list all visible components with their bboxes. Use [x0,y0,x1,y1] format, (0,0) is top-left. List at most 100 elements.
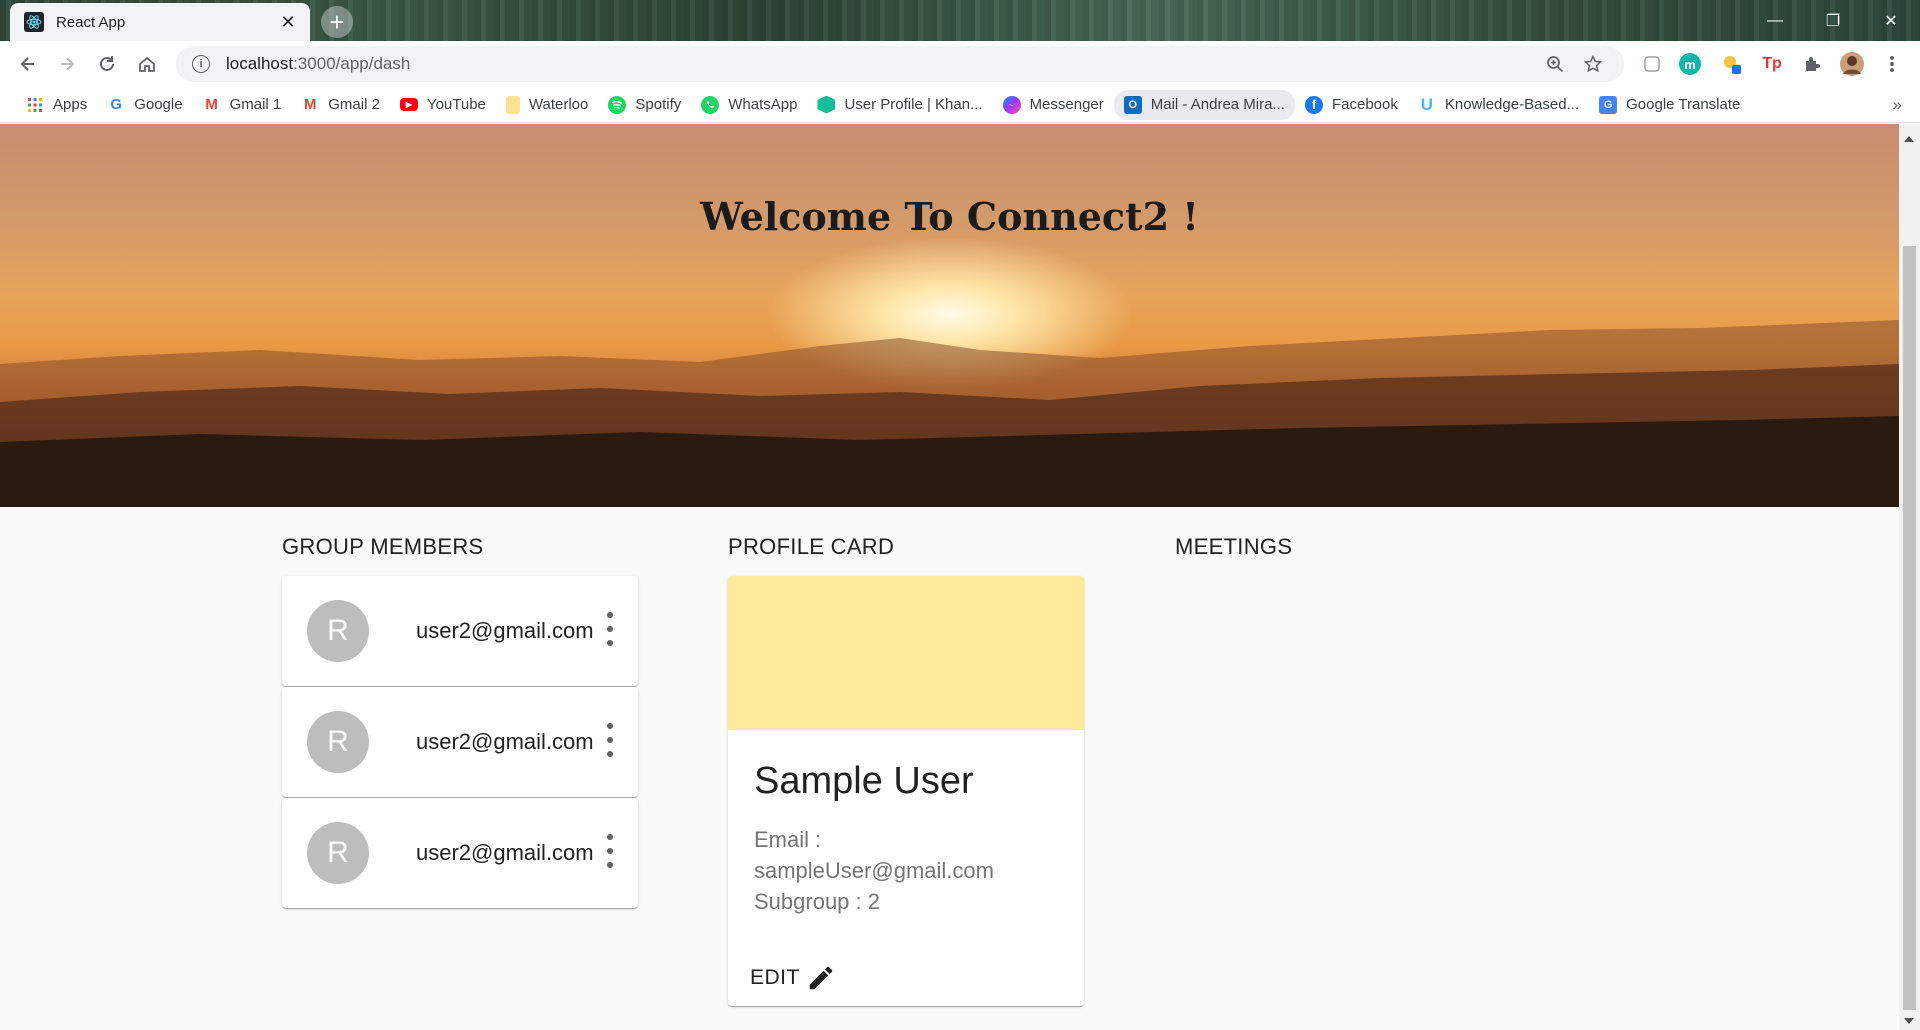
profile-details: Email : sampleUser@gmail.com Subgroup : … [754,824,994,917]
group-members-heading: GROUP MEMBERS [282,534,484,559]
spotify-icon [608,95,627,114]
bookmark-label: Google [134,96,183,113]
bookmark-google[interactable]: G Google [97,90,192,120]
bookmark-label: Mail - Andrea Mira... [1150,96,1285,113]
bookmarks-bar: Apps G Google M Gmail 1 M Gmail 2 ▶ YouT… [0,87,1920,123]
close-window-button[interactable]: ✕ [1862,0,1920,41]
bookmark-gmail-1[interactable]: M Gmail 1 [193,90,292,120]
browser-menu-icon[interactable] [1878,50,1906,78]
site-info-icon[interactable]: i [192,55,210,73]
profile-card-heading: PROFILE CARD [728,534,895,559]
bookmark-label: Apps [53,96,88,113]
bookmark-youtube[interactable]: ▶ YouTube [390,90,496,120]
profile-card: Sample User Email : sampleUser@gmail.com… [728,576,1084,1006]
list-item[interactable]: R user2@gmail.com [282,576,638,686]
bookmark-label: Messenger [1029,96,1104,113]
page-title: Welcome To Connect2 ! [700,194,1199,239]
bookmark-star-icon[interactable] [1578,49,1608,79]
folder-icon [505,95,520,114]
extension-shield-icon[interactable] [1638,50,1666,78]
home-icon[interactable] [131,48,163,80]
tab-close-icon[interactable]: ✕ [278,12,298,33]
bookmark-label: Gmail 1 [229,96,282,113]
bookmark-label: WhatsApp [728,96,798,113]
translate-icon: G [1599,95,1618,114]
profile-email-label: Email : [754,827,822,852]
scroll-up-icon[interactable] [1904,136,1914,142]
profile-avatar[interactable] [1838,50,1866,78]
bookmark-label: Spotify [635,96,682,113]
bookmark-knowledge[interactable]: U Knowledge-Based... [1408,90,1589,120]
khan-icon [817,95,836,114]
bookmark-label: Waterloo [528,96,589,113]
new-tab-button[interactable]: + [321,6,353,38]
edit-profile-button[interactable]: EDIT [748,960,838,996]
minimize-button[interactable]: — [1746,0,1804,41]
avatar: R [307,711,369,773]
facebook-icon: f [1304,95,1323,114]
zoom-icon[interactable] [1540,49,1570,79]
back-arrow-icon[interactable] [12,48,44,80]
more-options-icon[interactable] [606,834,614,868]
bookmark-facebook[interactable]: f Facebook [1295,90,1408,120]
bookmark-whatsapp[interactable]: WhatsApp [691,90,807,120]
apps-grid-icon [26,96,44,114]
hero-banner: Welcome To Connect2 ! [0,124,1899,507]
url-path: :3000/app/dash [293,54,411,73]
avatar: R [307,600,369,662]
extension-tp-icon[interactable]: Tp [1758,50,1786,78]
google-icon: G [110,96,123,113]
bookmark-gmail-2[interactable]: M Gmail 2 [291,90,390,120]
bookmark-google-translate[interactable]: G Google Translate [1589,90,1750,120]
outlook-icon: O [1123,95,1142,114]
member-email: user2@gmail.com [416,840,594,865]
bookmark-label: Gmail 2 [328,96,380,113]
browser-toolbar: i localhost:3000/app/dash m Tp [0,41,1920,87]
url-host: localhost [226,54,294,73]
extension-m-icon[interactable]: m [1679,53,1701,75]
member-email: user2@gmail.com [416,729,594,754]
react-favicon-icon [24,12,44,32]
more-options-icon[interactable] [606,612,614,646]
profile-email: sampleUser@gmail.com [754,858,994,883]
scroll-down-icon[interactable] [1904,1018,1914,1024]
bookmark-apps[interactable]: Apps [16,90,97,120]
bookmark-outlook-mail[interactable]: O Mail - Andrea Mira... [1113,89,1295,120]
forward-arrow-icon[interactable] [51,48,83,80]
list-item[interactable]: R user2@gmail.com [282,798,638,908]
messenger-icon [1002,95,1021,114]
bookmark-waterloo[interactable]: Waterloo [496,90,598,120]
pencil-icon [809,966,833,990]
restore-button[interactable]: ❐ [1804,0,1862,41]
extensions-puzzle-icon[interactable] [1798,50,1826,78]
profile-card-media [728,576,1084,730]
more-options-icon[interactable] [606,723,614,757]
profile-name: Sample User [754,760,974,802]
bookmarks-overflow-icon[interactable]: » [1893,95,1902,115]
group-members-list: R user2@gmail.com R user2@gmail.com R us… [282,576,638,909]
member-email: user2@gmail.com [416,618,594,643]
mountain-silhouette [0,320,1899,507]
gmail-icon: M [205,96,218,113]
browser-tab-active[interactable]: React App ✕ [10,3,310,41]
bookmark-messenger[interactable]: Messenger [993,90,1114,120]
page-viewport: Welcome To Connect2 ! GROUP MEMBERS PROF… [0,124,1899,1030]
bookmark-label: User Profile | Khan... [844,96,983,113]
bookmark-khan[interactable]: User Profile | Khan... [807,90,992,120]
meetings-heading: MEETINGS [1175,534,1293,559]
page-scrollbar[interactable] [1899,124,1920,1030]
bookmark-label: Google Translate [1626,96,1741,113]
knowledge-icon: U [1420,94,1433,114]
bookmark-label: Facebook [1331,96,1398,113]
reload-icon[interactable] [91,48,123,80]
youtube-icon: ▶ [399,98,418,111]
extension-hand-icon[interactable] [1718,50,1746,78]
profile-subgroup: Subgroup : 2 [754,889,880,914]
scroll-thumb[interactable] [1903,246,1916,1010]
address-bar[interactable]: i localhost:3000/app/dash [176,46,1624,82]
url-text[interactable]: localhost:3000/app/dash [226,54,1532,74]
list-item[interactable]: R user2@gmail.com [282,687,638,797]
gmail-icon: M [304,96,317,113]
whatsapp-icon [701,95,720,114]
bookmark-spotify[interactable]: Spotify [598,90,691,120]
